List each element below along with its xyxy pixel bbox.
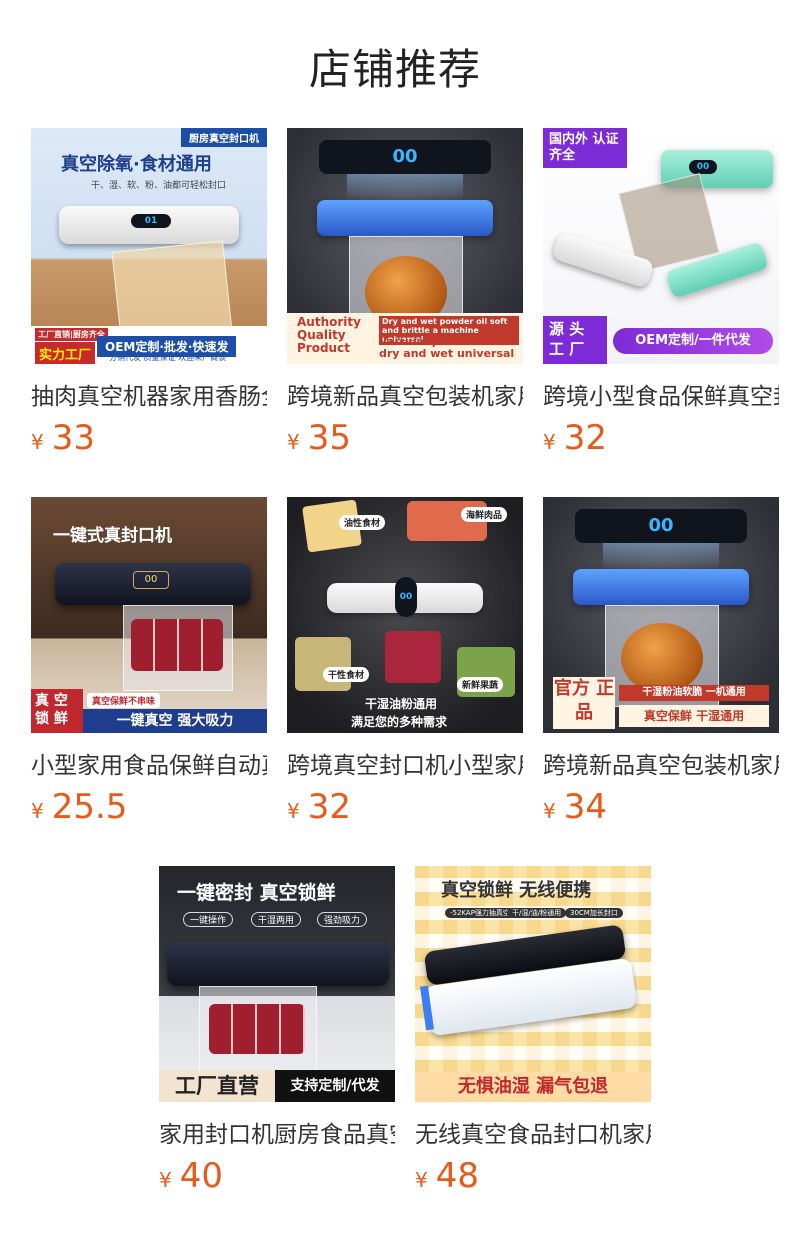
- product-price: ¥33: [31, 417, 267, 459]
- image-tag-left: 真 空 锁 鲜: [31, 689, 83, 733]
- image-tag-right: 一键真空 强大吸力: [83, 709, 267, 733]
- image-footer: 分销代发·质量保证·欢迎来厂商谈: [109, 353, 227, 362]
- image-label: 新鲜果蔬: [457, 677, 504, 692]
- product-price: ¥32: [543, 417, 779, 459]
- product-name[interactable]: 跨境小型食品保鲜真空封口机家用全自动: [543, 381, 779, 413]
- product-image[interactable]: 厨房真空封口机 真空除氧·食材通用 干、湿、软、粉、油都可轻松封口 01 工厂直…: [31, 128, 267, 364]
- product-image[interactable]: 一键密封 真空锁鲜 一键操作 干湿两用 强劲吸力 工厂直营 支持定制/代发: [159, 866, 395, 1102]
- image-label: 干性食材: [323, 667, 370, 682]
- product-price: ¥32: [287, 786, 523, 828]
- product-price: ¥48: [415, 1155, 651, 1197]
- currency-symbol: ¥: [31, 430, 44, 454]
- image-headline: 真空除氧·食材通用: [61, 154, 212, 175]
- price-value: 32: [563, 418, 607, 458]
- image-tag-bottom: 真空保鲜 干湿通用: [619, 705, 769, 727]
- price-value: 25.5: [51, 787, 128, 827]
- device-display: 00: [133, 571, 169, 589]
- product-card[interactable]: 00 官方 正品 干湿粉油软脆 一机通用 真空保鲜 干湿通用 跨境新品真空包装机…: [543, 497, 779, 828]
- product-card[interactable]: 真空锁鲜 无线便携 -52KAP强力抽真空 干/湿/油/粉通用 30CM加长封口…: [415, 866, 651, 1197]
- currency-symbol: ¥: [31, 799, 44, 823]
- product-name[interactable]: 无线真空食品封口机家用小型充电便携式: [415, 1119, 651, 1151]
- product-card[interactable]: 油性食材 海鲜肉品 00 干性食材 新鲜果蔬 干湿油粉通用 满足您的多种需求 跨…: [287, 497, 523, 828]
- device-display: 00: [689, 160, 717, 174]
- product-price: ¥35: [287, 417, 523, 459]
- product-image[interactable]: 真空锁鲜 无线便携 -52KAP强力抽真空 干/湿/油/粉通用 30CM加长封口…: [415, 866, 651, 1102]
- device-display-panel: 00: [575, 509, 747, 543]
- product-card[interactable]: 一键密封 真空锁鲜 一键操作 干湿两用 强劲吸力 工厂直营 支持定制/代发 家用…: [159, 866, 395, 1197]
- image-tag-right: OEM定制/一件代发: [613, 328, 773, 354]
- product-price: ¥25.5: [31, 786, 267, 828]
- image-badge: 厨房真空封口机: [181, 128, 267, 147]
- product-name[interactable]: 小型家用食品保鲜自动真空封口机一键式: [31, 750, 267, 782]
- image-tag-left: 官方 正品: [553, 677, 615, 729]
- page-title: 店铺推荐: [308, 45, 481, 94]
- image-bottom-line: 满足您的多种需求: [351, 715, 448, 729]
- image-pill: 干/湿/油/粉通用: [507, 908, 567, 918]
- image-headline: 一键密封 真空锁鲜: [177, 882, 336, 904]
- device-display: 01: [131, 214, 171, 228]
- product-card[interactable]: 一键式真封口机 00 真 空 锁 鲜 真空保鲜不串味 一键真空 强大吸力 小型家…: [31, 497, 267, 828]
- image-pill: 强劲吸力: [317, 912, 368, 927]
- image-tag-left: 工厂直营: [159, 1070, 275, 1102]
- product-price: ¥40: [159, 1155, 395, 1197]
- device-display: 00: [395, 577, 417, 617]
- product-name[interactable]: 跨境新品真空包装机家用小型封口机食品保鲜: [287, 381, 523, 413]
- product-image[interactable]: 油性食材 海鲜肉品 00 干性食材 新鲜果蔬 干湿油粉通用 满足您的多种需求: [287, 497, 523, 733]
- image-left-text: Authority Quality Product: [297, 315, 361, 355]
- image-headline: 一键式真封口机: [53, 526, 172, 546]
- currency-symbol: ¥: [543, 799, 556, 823]
- product-card[interactable]: 厨房真空封口机 真空除氧·食材通用 干、湿、软、粉、油都可轻松封口 01 工厂直…: [31, 128, 267, 459]
- image-footer: 无惧油湿 漏气包退: [415, 1072, 651, 1102]
- device-display: 00: [648, 515, 674, 536]
- image-pill: 30CM加长封口: [565, 908, 623, 918]
- device-display-panel: 00: [319, 140, 491, 174]
- product-name[interactable]: 跨境真空封口机小型家用食品包装机干湿两用: [287, 750, 523, 782]
- image-badge: 国内外 认证齐全: [543, 128, 627, 168]
- product-name[interactable]: 家用封口机厨房食品真空保鲜机全自动: [159, 1119, 395, 1151]
- image-tag-top: 干湿粉油软脆 一机通用: [619, 685, 769, 701]
- image-subtitle: 干、湿、软、粉、油都可轻松封口: [91, 181, 227, 191]
- image-tag-small: 真空保鲜不串味: [87, 693, 161, 708]
- price-value: 32: [307, 787, 351, 827]
- price-value: 48: [435, 1156, 479, 1196]
- image-tag-right: 支持定制/代发: [275, 1070, 395, 1102]
- product-image[interactable]: 00 Authority Quality Product Dry and wet…: [287, 128, 523, 364]
- image-label: 油性食材: [339, 515, 386, 530]
- image-pill: 干湿两用: [251, 912, 302, 927]
- image-tag-left: 实力工厂: [35, 342, 96, 364]
- product-card[interactable]: 00 Authority Quality Product Dry and wet…: [287, 128, 523, 459]
- price-value: 34: [563, 787, 607, 827]
- currency-symbol: ¥: [287, 799, 300, 823]
- currency-symbol: ¥: [159, 1168, 172, 1192]
- image-headline: 真空锁鲜 无线便携: [441, 880, 592, 901]
- product-image[interactable]: 国内外 认证齐全 00 源 头 工 厂 OEM定制/一件代发: [543, 128, 779, 364]
- product-card[interactable]: 国内外 认证齐全 00 源 头 工 厂 OEM定制/一件代发 跨境小型食品保鲜真…: [543, 128, 779, 459]
- product-price: ¥34: [543, 786, 779, 828]
- image-bottom-line: 干湿油粉通用: [365, 697, 438, 711]
- product-image[interactable]: 一键式真封口机 00 真 空 锁 鲜 真空保鲜不串味 一键真空 强大吸力: [31, 497, 267, 733]
- currency-symbol: ¥: [543, 430, 556, 454]
- image-pill: 一键操作: [183, 912, 234, 927]
- currency-symbol: ¥: [415, 1168, 428, 1192]
- product-name[interactable]: 跨境新品真空包装机家用封口机多功能: [543, 750, 779, 782]
- currency-symbol: ¥: [287, 430, 300, 454]
- product-name[interactable]: 抽肉真空机器家用香肠全自动小型封口机保鲜: [31, 381, 267, 413]
- image-tag-left: 源 头 工 厂: [543, 316, 607, 364]
- image-pill: -52KAP强力抽真空: [445, 908, 515, 918]
- price-value: 35: [307, 418, 351, 458]
- image-right-bottom: Vacuum preservation dry and wet universa…: [379, 335, 515, 360]
- price-value: 40: [179, 1156, 223, 1196]
- price-value: 33: [51, 418, 95, 458]
- product-image[interactable]: 00 官方 正品 干湿粉油软脆 一机通用 真空保鲜 干湿通用: [543, 497, 779, 733]
- image-label: 海鲜肉品: [461, 507, 508, 522]
- device-display: 00: [392, 146, 418, 167]
